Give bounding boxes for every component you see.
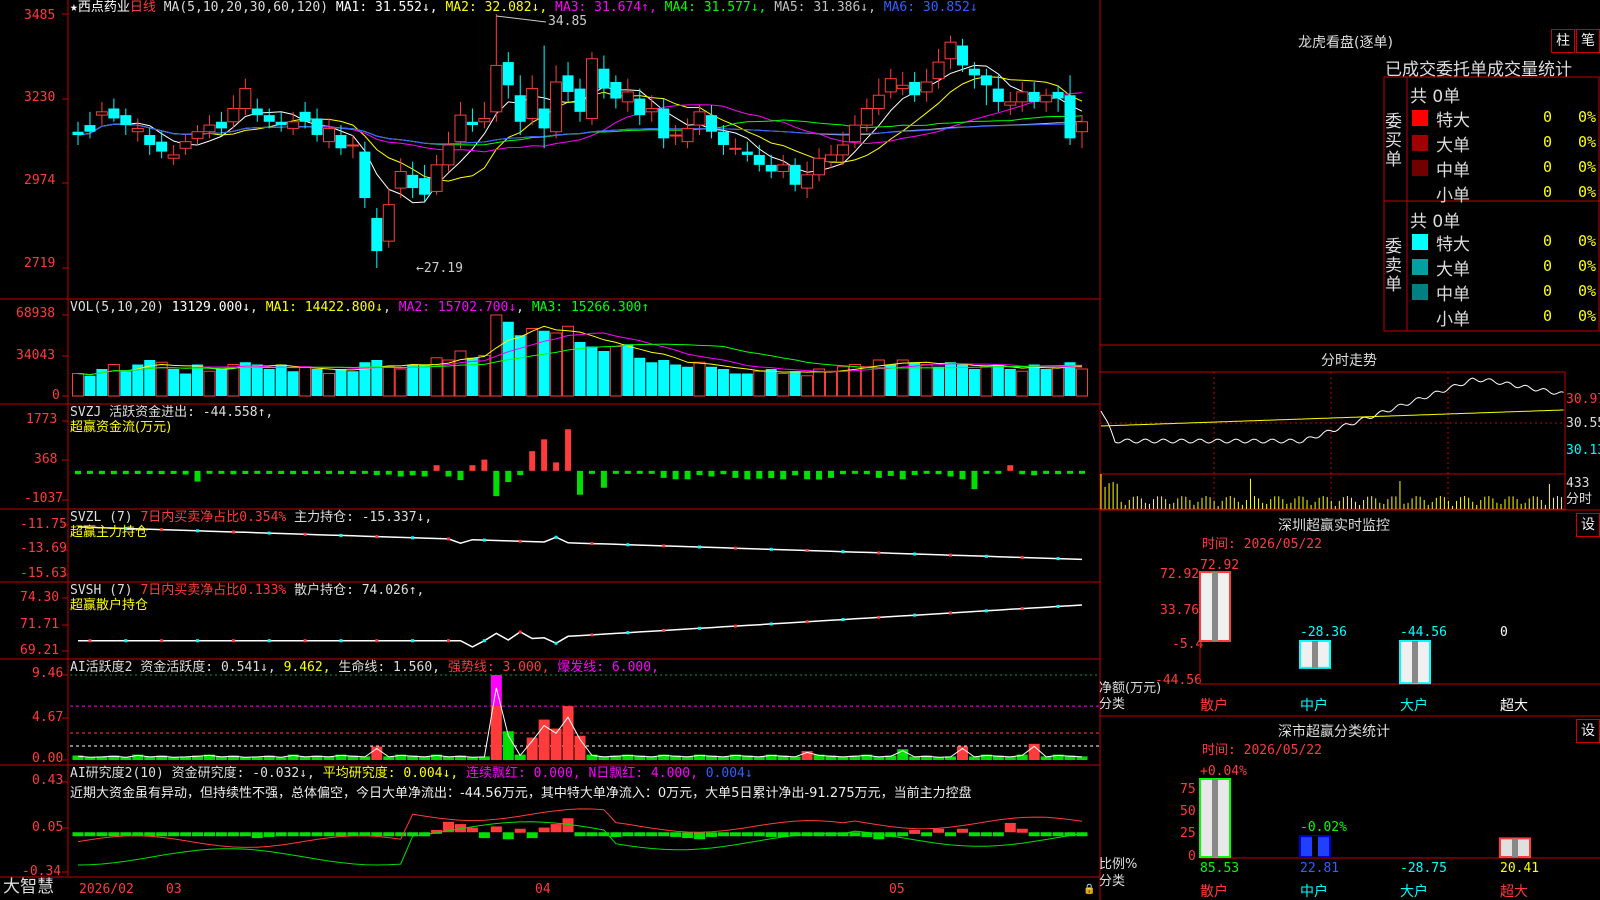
sz-class-bar-shade (1512, 838, 1518, 857)
sz-monitor-bar-shade (1312, 641, 1318, 668)
sz-class-category: 散户 (1200, 883, 1228, 900)
right-side-charts: 72.92 散户 -28.36 中户 -44.56 大户 0 超大 +0.04% 85.53 散户 -… (1099, 371, 1600, 900)
sz-class-bar-shade (1212, 779, 1218, 857)
sz-monitor-category: 散户 (1200, 697, 1228, 714)
sz-monitor-bar-label: 0 (1500, 625, 1508, 640)
sz-class-top-label: +0.04% (1200, 764, 1247, 779)
sz-monitor-category: 超大 (1500, 698, 1528, 714)
sz-class-bottom-label: -28.75 (1400, 861, 1447, 876)
sz-class-bar-shade (1312, 836, 1318, 857)
sz-monitor-category: 大户 (1400, 697, 1428, 714)
sz-class-category: 大户 (1400, 883, 1428, 900)
sz-monitor-bar-label: -44.56 (1400, 625, 1447, 640)
sz-monitor-bar-shade (1212, 572, 1218, 641)
sz-monitor-category: 中户 (1300, 697, 1328, 714)
sz-class-bottom-label: 85.53 (1200, 861, 1239, 876)
sz-class-category: 超大 (1500, 884, 1528, 900)
sz-monitor-bar-label: 72.92 (1200, 558, 1239, 573)
intraday-price-line (1100, 377, 1564, 444)
sz-class-bottom-label: 22.81 (1300, 861, 1339, 876)
sz-monitor-bar-label: -28.36 (1300, 625, 1347, 640)
intraday-box (1099, 371, 1566, 510)
sz-class-bottom-label: 20.41 (1500, 861, 1539, 876)
sz-class-top-label: -0.02% (1300, 820, 1347, 835)
sz-monitor-bar-shade (1412, 641, 1418, 684)
sz-class-category: 中户 (1300, 883, 1328, 900)
intraday-avg-line (1100, 409, 1564, 427)
